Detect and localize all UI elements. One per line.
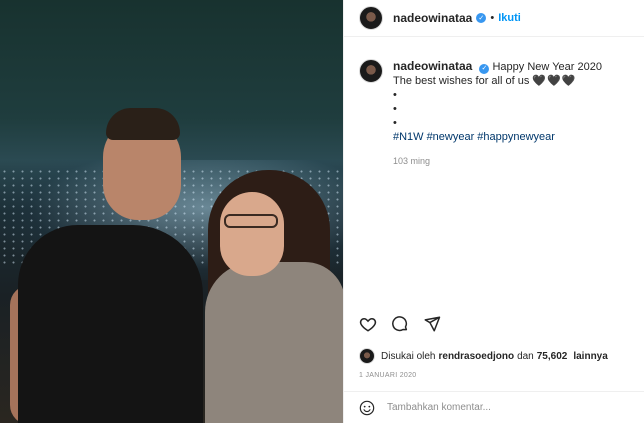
action-bar xyxy=(359,315,441,333)
follow-button[interactable]: Ikuti xyxy=(498,12,521,24)
likes-prefix: Disukai oleh xyxy=(381,350,436,362)
post-sidebar: nadeowinataa ✓ • Ikuti nadeowinataa ✓ Ha… xyxy=(343,0,644,423)
likes-count[interactable]: 75,602 xyxy=(537,351,568,362)
woman-body xyxy=(205,262,343,423)
caption-bullet: • xyxy=(393,89,397,101)
post-date: 1 JANUARI 2020 xyxy=(359,372,417,379)
caption-username[interactable]: nadeowinataa xyxy=(393,59,472,73)
caption-avatar[interactable] xyxy=(359,59,383,83)
hashtag-link[interactable]: #N1W xyxy=(393,131,424,143)
verified-badge-icon: ✓ xyxy=(479,64,490,74)
separator-dot: • xyxy=(490,12,495,24)
instagram-post: nadeowinataa ✓ • Ikuti nadeowinataa ✓ Ha… xyxy=(0,0,644,423)
woman-face xyxy=(220,192,284,276)
liker-username[interactable]: rendrasoedjono xyxy=(438,351,514,362)
caption-line-2: The best wishes for all of us xyxy=(393,75,530,87)
time-ago[interactable]: 103 ming xyxy=(393,154,602,168)
verified-badge-icon: ✓ xyxy=(476,13,487,23)
black-hearts: 🖤🖤🖤 xyxy=(532,75,577,87)
man-hair xyxy=(106,108,180,140)
comment-icon[interactable] xyxy=(391,315,409,333)
post-header: nadeowinataa ✓ • Ikuti xyxy=(344,0,644,37)
caption-text: nadeowinataa ✓ Happy New Year 2020 The b… xyxy=(393,59,602,168)
caption-bullet: • xyxy=(393,103,397,115)
caption: nadeowinataa ✓ Happy New Year 2020 The b… xyxy=(344,37,644,168)
caption-bullet: • xyxy=(393,117,397,129)
heart-icon[interactable] xyxy=(359,315,377,333)
likes-connector: dan xyxy=(517,350,534,362)
avatar[interactable] xyxy=(359,6,383,30)
liker-avatar[interactable] xyxy=(359,348,375,364)
hashtags: #N1W #newyear #happynewyear xyxy=(393,130,602,144)
likes-summary: Disukai oleh rendrasoedjono dan 75,602 l… xyxy=(359,348,611,364)
comment-box xyxy=(344,391,644,423)
share-icon[interactable] xyxy=(423,315,441,333)
man-body xyxy=(18,225,203,423)
emoji-icon[interactable] xyxy=(359,400,375,416)
likes-suffix[interactable]: lainnya xyxy=(573,351,607,362)
header-username[interactable]: nadeowinataa xyxy=(393,11,472,25)
glasses xyxy=(224,214,278,228)
hashtag-link[interactable]: #newyear xyxy=(427,131,475,143)
post-photo[interactable] xyxy=(0,0,343,423)
hashtag-link[interactable]: #happynewyear xyxy=(477,131,555,143)
caption-line-1: Happy New Year 2020 xyxy=(492,61,602,73)
comment-input[interactable] xyxy=(385,401,609,414)
